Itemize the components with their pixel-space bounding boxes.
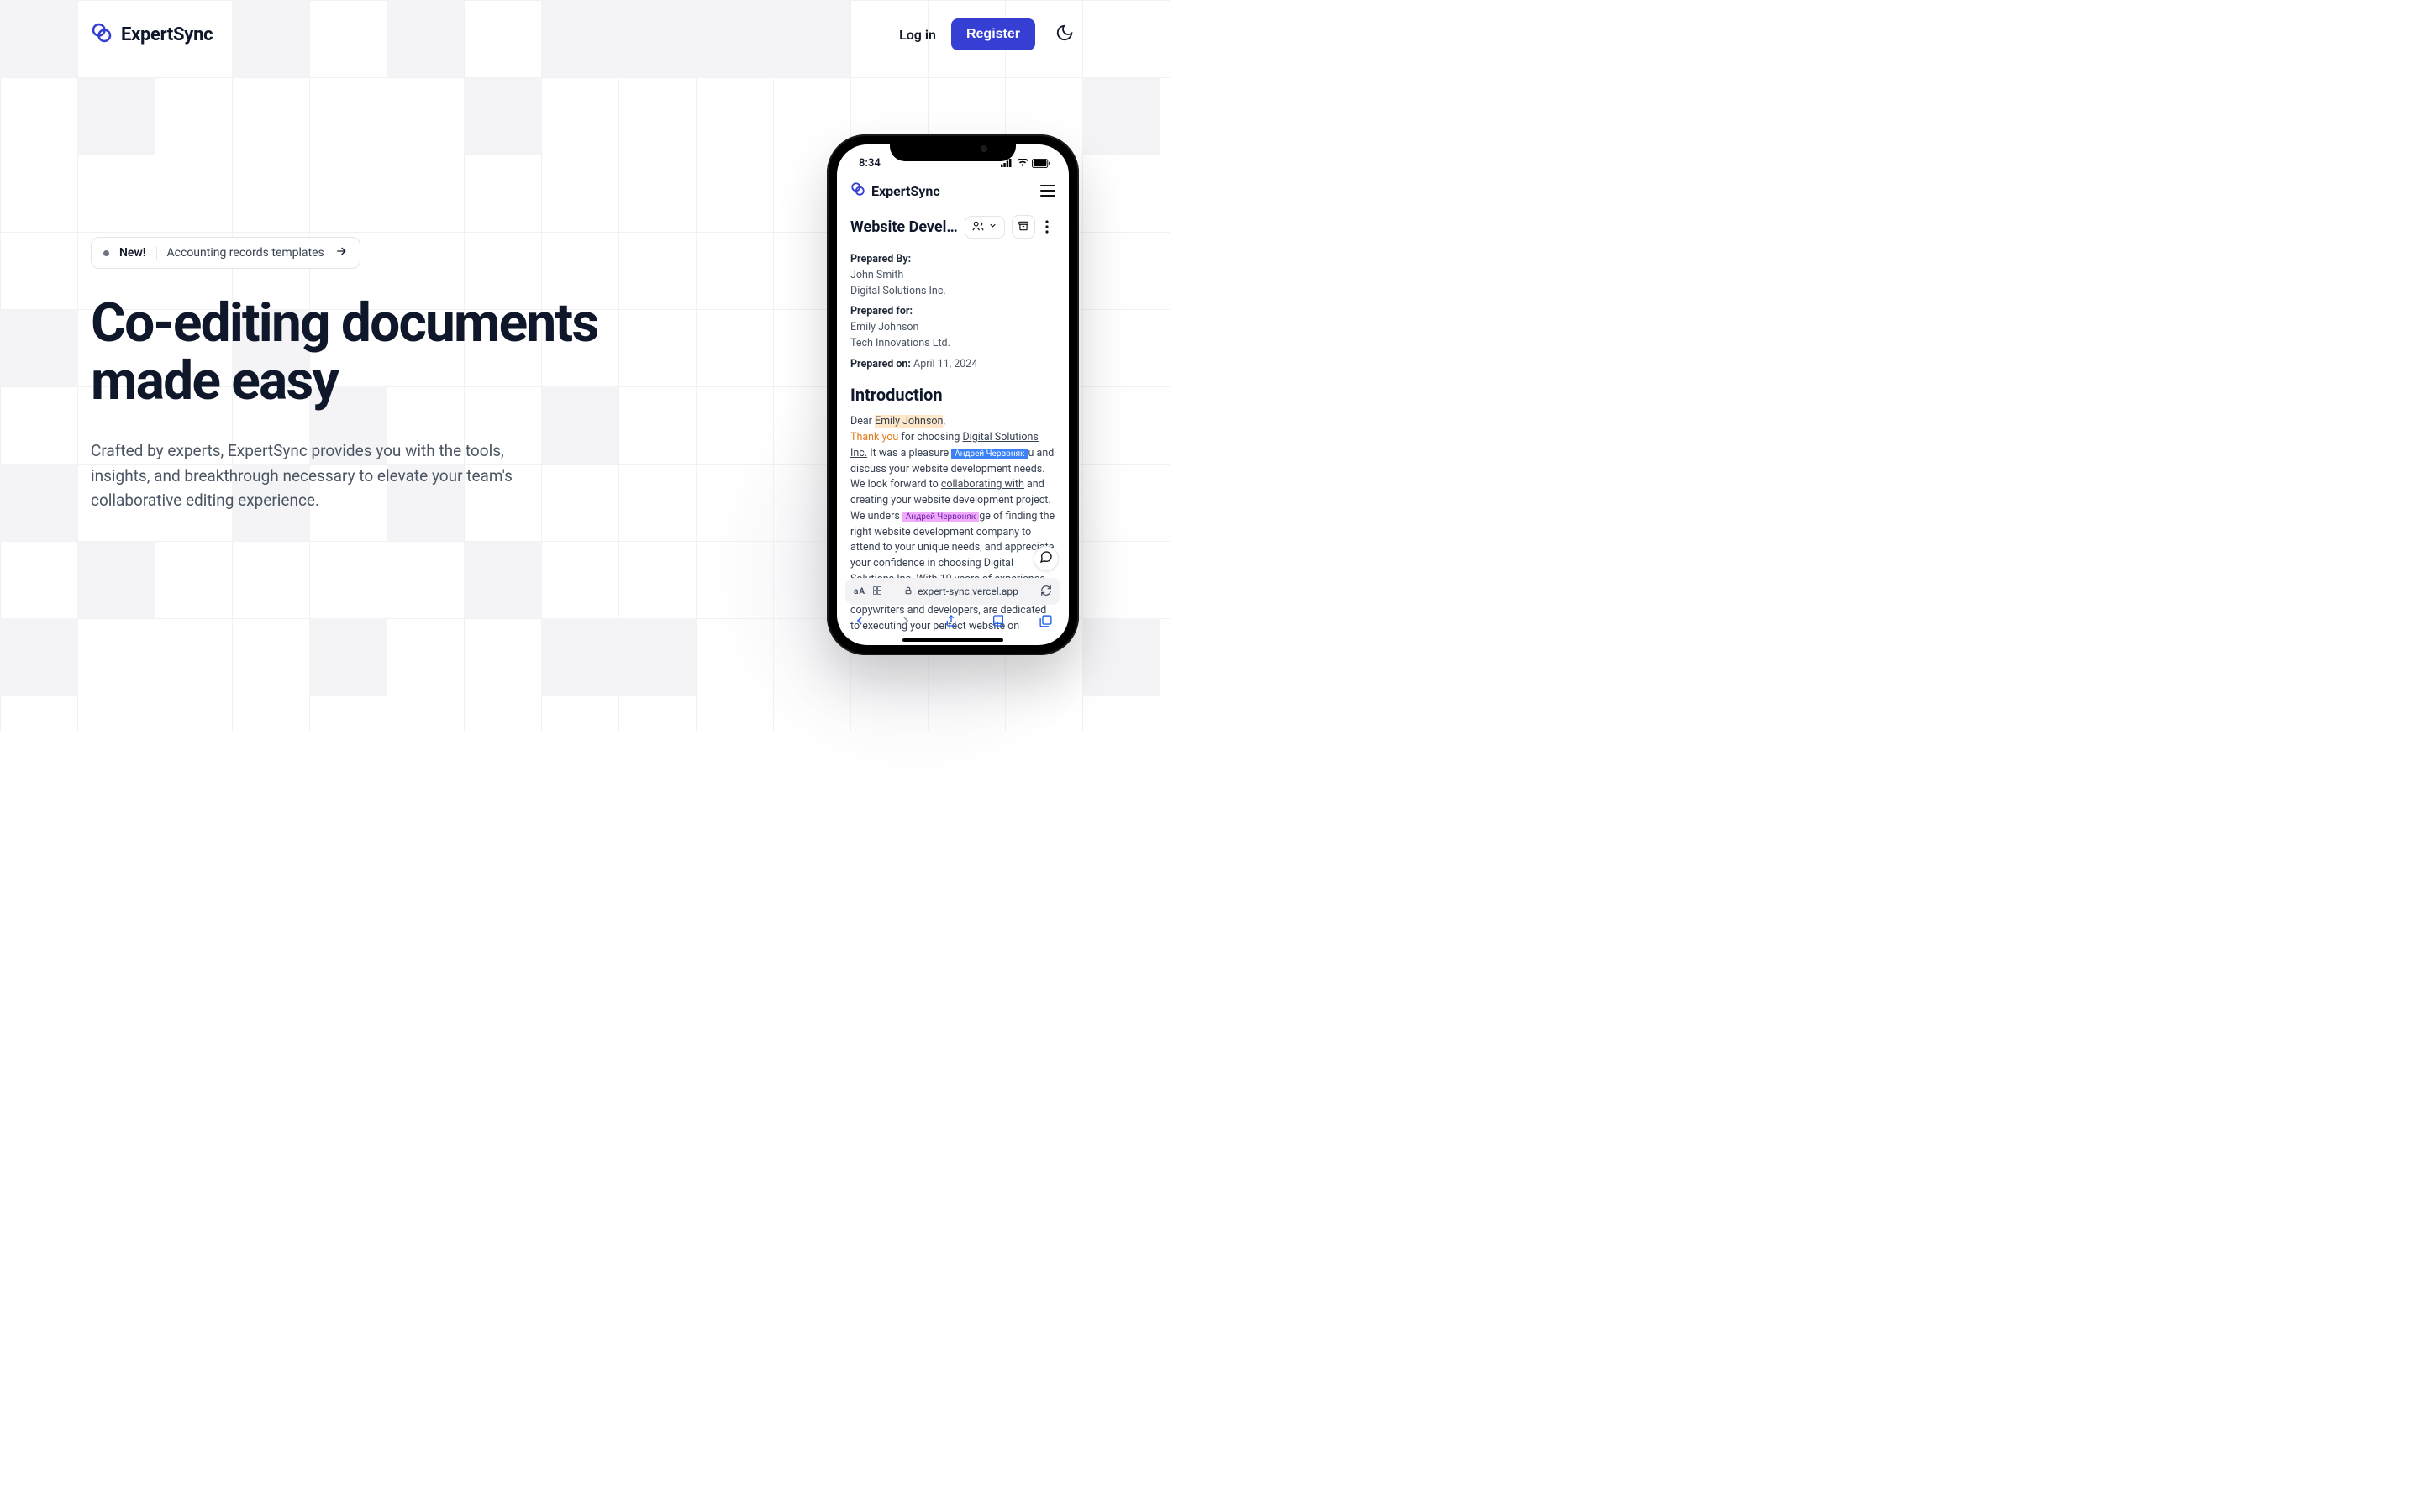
archive-button[interactable]: [1012, 215, 1035, 239]
app-brand-name: ExpertSync: [871, 183, 940, 199]
document-title: Website Devel…: [850, 218, 958, 236]
announcement-pill[interactable]: New! Accounting records templates: [91, 237, 360, 269]
header-actions: Log in Register: [899, 18, 1079, 50]
dot-icon: [103, 250, 109, 256]
dots-vertical-icon: [1045, 220, 1049, 238]
phone-notch: [890, 136, 1016, 161]
browser-toolbar: [837, 606, 1069, 638]
reader-icon: aA: [854, 587, 865, 596]
wifi-icon: [1017, 159, 1028, 167]
share-button[interactable]: [944, 613, 958, 632]
hero-headline: Co-editing documents made easy: [91, 294, 639, 410]
browser-url-bar[interactable]: aA expert-sync.vercel.app: [845, 578, 1060, 605]
more-menu[interactable]: [1042, 215, 1052, 239]
pill-description: Accounting records templates: [167, 246, 324, 260]
reload-icon[interactable]: [1040, 585, 1052, 599]
chat-button[interactable]: [1034, 546, 1059, 571]
arrow-right-icon: [334, 244, 348, 261]
intro-heading: Introduction: [850, 382, 1055, 407]
highlight-thanks: Thank you: [850, 431, 898, 444]
prepared-by-label: Prepared By:: [850, 253, 911, 265]
prepared-for-name: Emily Johnson: [850, 320, 1055, 336]
prepared-on-value: April 11, 2024: [913, 358, 977, 370]
brand-logo-icon: [91, 22, 113, 47]
register-button[interactable]: Register: [951, 18, 1035, 50]
highlight-name: Emily Johnson: [875, 415, 943, 428]
status-icons: [1001, 159, 1050, 168]
chevron-down-icon: [988, 221, 997, 233]
bookmarks-button[interactable]: [991, 614, 1006, 631]
prepared-by-company: Digital Solutions Inc.: [850, 284, 1055, 300]
pill-new-badge: New!: [119, 246, 146, 260]
prepared-on-label: Prepared on:: [850, 358, 911, 370]
theme-toggle[interactable]: [1050, 20, 1079, 49]
pill-separator: [156, 246, 157, 260]
chat-icon: [1039, 550, 1053, 567]
prepared-by-name: John Smith: [850, 268, 1055, 284]
battery-icon: [1032, 159, 1050, 168]
users-icon: [972, 220, 984, 234]
brand-logo-icon: [850, 181, 865, 200]
menu-button[interactable]: [1040, 185, 1055, 197]
app-header: ExpertSync: [837, 173, 1069, 210]
archive-icon: [1018, 219, 1029, 235]
prepared-for-label: Prepared for:: [850, 305, 913, 318]
lock-icon: [904, 585, 913, 597]
brand[interactable]: ExpertSync: [91, 22, 213, 47]
document-body: Prepared By: John Smith Digital Solution…: [837, 249, 1069, 635]
moon-icon: [1055, 24, 1074, 45]
status-time: 8:34: [859, 157, 881, 170]
collaborator-cursor-2: Андрей Червоняк: [902, 512, 979, 522]
login-link[interactable]: Log in: [899, 27, 936, 43]
share-button[interactable]: [965, 216, 1005, 239]
hero-subtext: Crafted by experts, ExpertSync provides …: [91, 438, 561, 512]
hero: New! Accounting records templates Co-edi…: [0, 69, 639, 513]
brand-name: ExpertSync: [121, 24, 213, 45]
forward-button[interactable]: [899, 614, 913, 631]
browser-url: expert-sync.vercel.app: [918, 585, 1018, 597]
app-brand[interactable]: ExpertSync: [850, 181, 940, 200]
collaborator-cursor-1: Андрей Червоняк: [951, 449, 1028, 459]
document-header: Website Devel…: [837, 210, 1069, 249]
prepared-for-company: Tech Innovations Ltd.: [850, 336, 1055, 352]
back-button[interactable]: [853, 614, 866, 631]
tabs-button[interactable]: [1039, 614, 1053, 632]
site-header: ExpertSync Log in Register: [0, 0, 1170, 69]
extensions-icon: [872, 585, 882, 598]
phone-mockup: 8:34 ExpertSync Web: [827, 134, 1079, 655]
home-indicator: [902, 638, 1003, 642]
